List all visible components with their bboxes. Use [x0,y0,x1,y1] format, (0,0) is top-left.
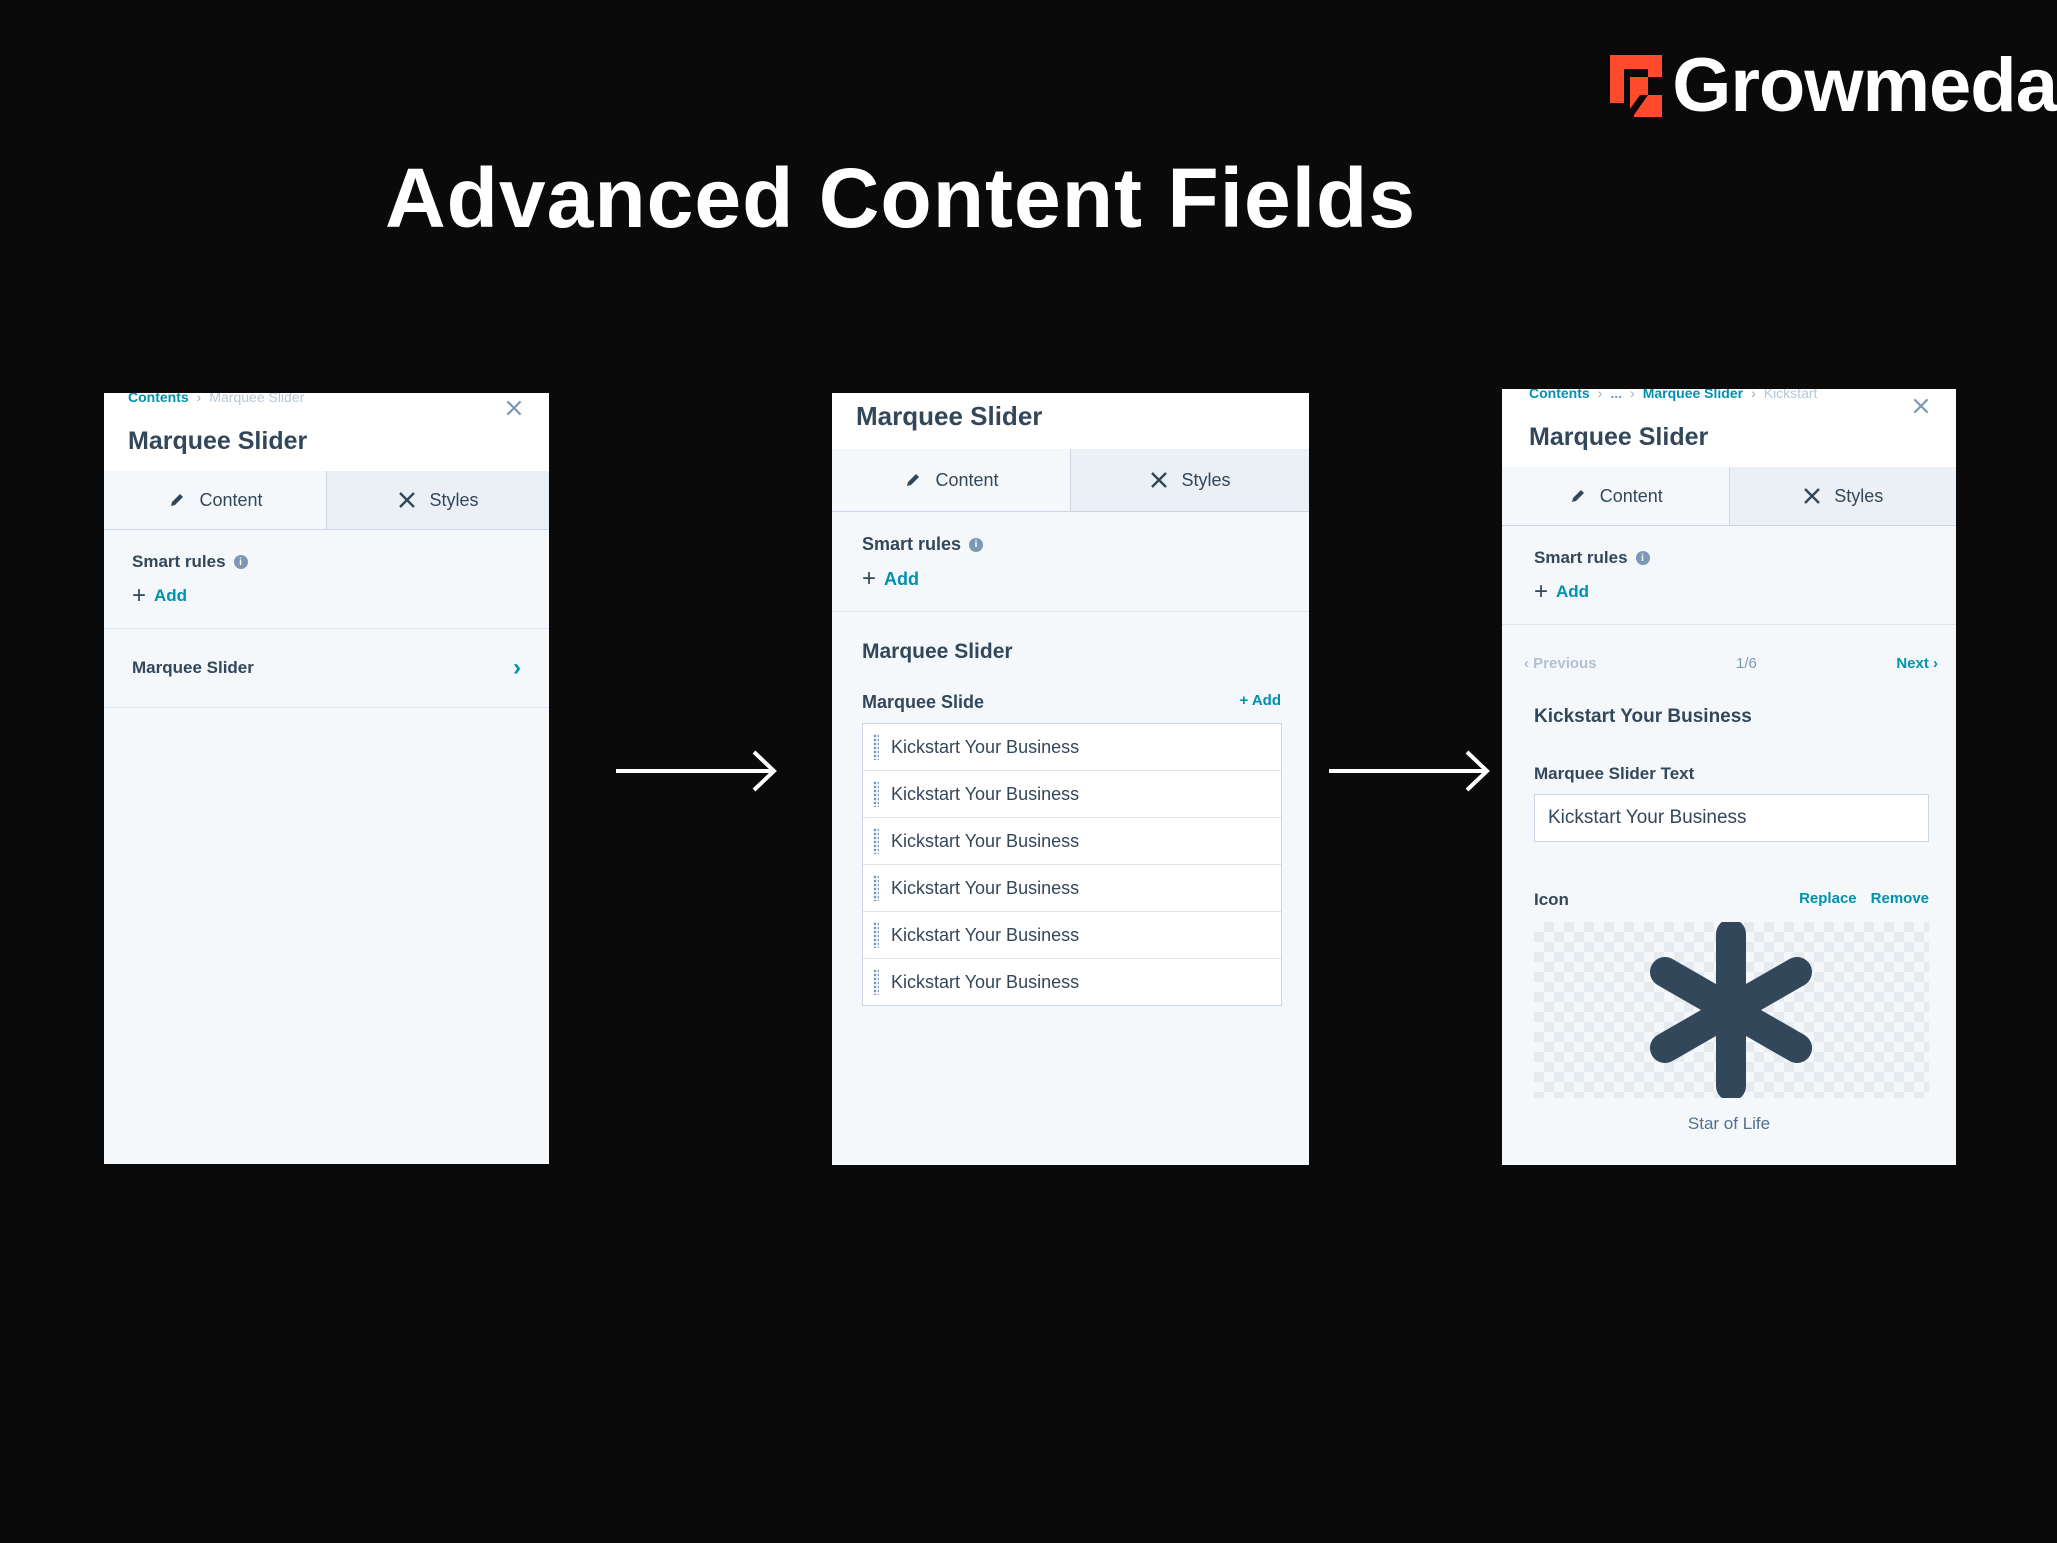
slide-title: Advanced Content Fields [384,151,1417,245]
info-icon[interactable]: i [969,537,984,552]
breadcrumb-link[interactable]: Contents [128,393,189,405]
tab-content[interactable]: Content [1502,467,1729,525]
breadcrumb: Contents › Marquee Slider [128,393,304,405]
smart-rules-label: Smart rules i [1534,548,1928,568]
smart-rules-section: Smart rules i + Add [832,512,1309,612]
breadcrumb-link[interactable]: Marquee Slider [1643,389,1743,401]
list-item[interactable]: Kickstart Your Business [863,865,1281,912]
marquee-slider-row[interactable]: Marquee Slider › [104,629,549,708]
arrow-right-icon [1329,750,1490,792]
item-title: Kickstart Your Business [1534,706,1752,727]
icon-field-label: Icon [1534,890,1569,909]
drag-handle-icon[interactable] [873,875,879,901]
panel-header: Contents ›... › Marquee Slider › Kickstart Ma… [1502,389,1956,467]
add-smart-rule-button[interactable]: + Add [132,584,521,608]
add-smart-rule-button[interactable]: + Add [862,567,1281,591]
tab-content[interactable]: Content [104,471,326,529]
brand-name: Growmeda [1672,43,2057,128]
pencil-icon [1571,490,1584,502]
arrow-right-icon [616,750,777,792]
marquee-text-input[interactable]: Kickstart Your Business [1534,794,1929,842]
list-item[interactable]: Kickstart Your Business [863,959,1281,1005]
next-button[interactable]: Next › [1896,655,1938,672]
plus-icon: + [132,582,147,609]
field-label: Marquee Slide [862,692,985,712]
item-pager: ‹ Previous 1/6 Next › [1502,625,1956,672]
icon-name: Star of Life [1687,1114,1771,1133]
icon-field-header: Icon Replace Remove [1502,890,1956,910]
panel-slide-detail: Contents ›... › Marquee Slider › Kickstart Ma… [1502,389,1956,1165]
drag-handle-icon[interactable] [873,734,879,760]
tab-label: Content [935,469,999,490]
page-count: 1/6 [1736,655,1757,672]
panel-overview: Contents › Marquee Slider Marquee Slider C… [104,393,549,1164]
tab-label: Styles [1181,469,1231,490]
text-field-label: Marquee Slider Text [1534,764,1695,783]
drag-handle-icon[interactable] [873,781,879,807]
tab-bar: Content Styles [832,449,1309,512]
tab-bar: Content Styles [1502,467,1956,526]
section-title: Marquee Slider [862,640,1013,663]
tab-styles[interactable]: Styles [1728,467,1956,525]
breadcrumb-current: Kickstart [1763,389,1818,401]
tab-styles[interactable]: Styles [1070,449,1309,511]
info-icon[interactable]: i [1635,551,1650,565]
tab-label: Styles [1834,485,1884,506]
drag-handle-icon[interactable] [873,969,879,995]
add-slide-button[interactable]: + Add [1239,692,1281,713]
panel-title: Marquee Slider [1529,423,1709,451]
row-label: Marquee Slider [132,658,254,677]
pencil-icon [907,474,920,486]
brush-icon [1804,488,1821,504]
list-item[interactable]: Kickstart Your Business [863,724,1281,771]
growmeda-logo-icon [1610,55,1663,117]
breadcrumb-link[interactable]: Contents [1529,389,1590,401]
plus-icon: + [1534,578,1549,605]
tab-bar: Content Styles [104,471,549,530]
brush-icon [1151,472,1168,488]
info-icon[interactable]: i [233,555,248,569]
smart-rules-section: Smart rules i + Add [104,530,549,629]
chevron-right-icon: › [513,654,521,681]
slide-list: Kickstart Your Business Kickstart Your B… [862,723,1282,1006]
breadcrumb-ellipsis[interactable]: ... [1610,389,1622,401]
drag-handle-icon[interactable] [873,828,879,854]
brush-icon [399,492,416,508]
remove-icon-button[interactable]: Remove [1871,890,1929,910]
breadcrumb: Contents ›... › Marquee Slider › Kickstart [1529,389,1817,401]
previous-button: ‹ Previous [1524,655,1597,672]
panel-slides: Marquee Slider Content Styles Smart rule… [832,393,1309,1165]
smart-rules-section: Smart rules i + Add [1502,526,1956,625]
tab-styles[interactable]: Styles [326,471,549,529]
close-icon[interactable] [1910,395,1932,417]
drag-handle-icon[interactable] [873,922,879,948]
replace-icon-button[interactable]: Replace [1799,890,1857,910]
smart-rules-label: Smart rules i [132,552,521,572]
list-item[interactable]: Kickstart Your Business [863,818,1281,865]
tab-label: Content [1599,485,1663,506]
smart-rules-label: Smart rules i [862,534,1281,555]
icon-preview [1534,922,1929,1098]
panel-header: Contents › Marquee Slider Marquee Slider [104,393,549,471]
brand-logo: Growmeda [1604,48,2057,124]
panel-title: Marquee Slider [856,401,1043,431]
panel-header: Marquee Slider [832,393,1309,449]
plus-icon: + [862,565,877,592]
tab-content[interactable]: Content [832,449,1070,511]
star-of-life-icon [1650,922,1812,1098]
tab-label: Styles [429,489,479,510]
list-item[interactable]: Kickstart Your Business [863,771,1281,818]
pencil-icon [171,494,184,506]
close-icon[interactable] [503,397,525,419]
field-header: Marquee Slide + Add [832,692,1309,713]
tab-label: Content [199,489,263,510]
panel-title: Marquee Slider [128,427,308,455]
add-smart-rule-button[interactable]: + Add [1534,580,1928,604]
breadcrumb-current: Marquee Slider [209,393,305,405]
list-item[interactable]: Kickstart Your Business [863,912,1281,959]
